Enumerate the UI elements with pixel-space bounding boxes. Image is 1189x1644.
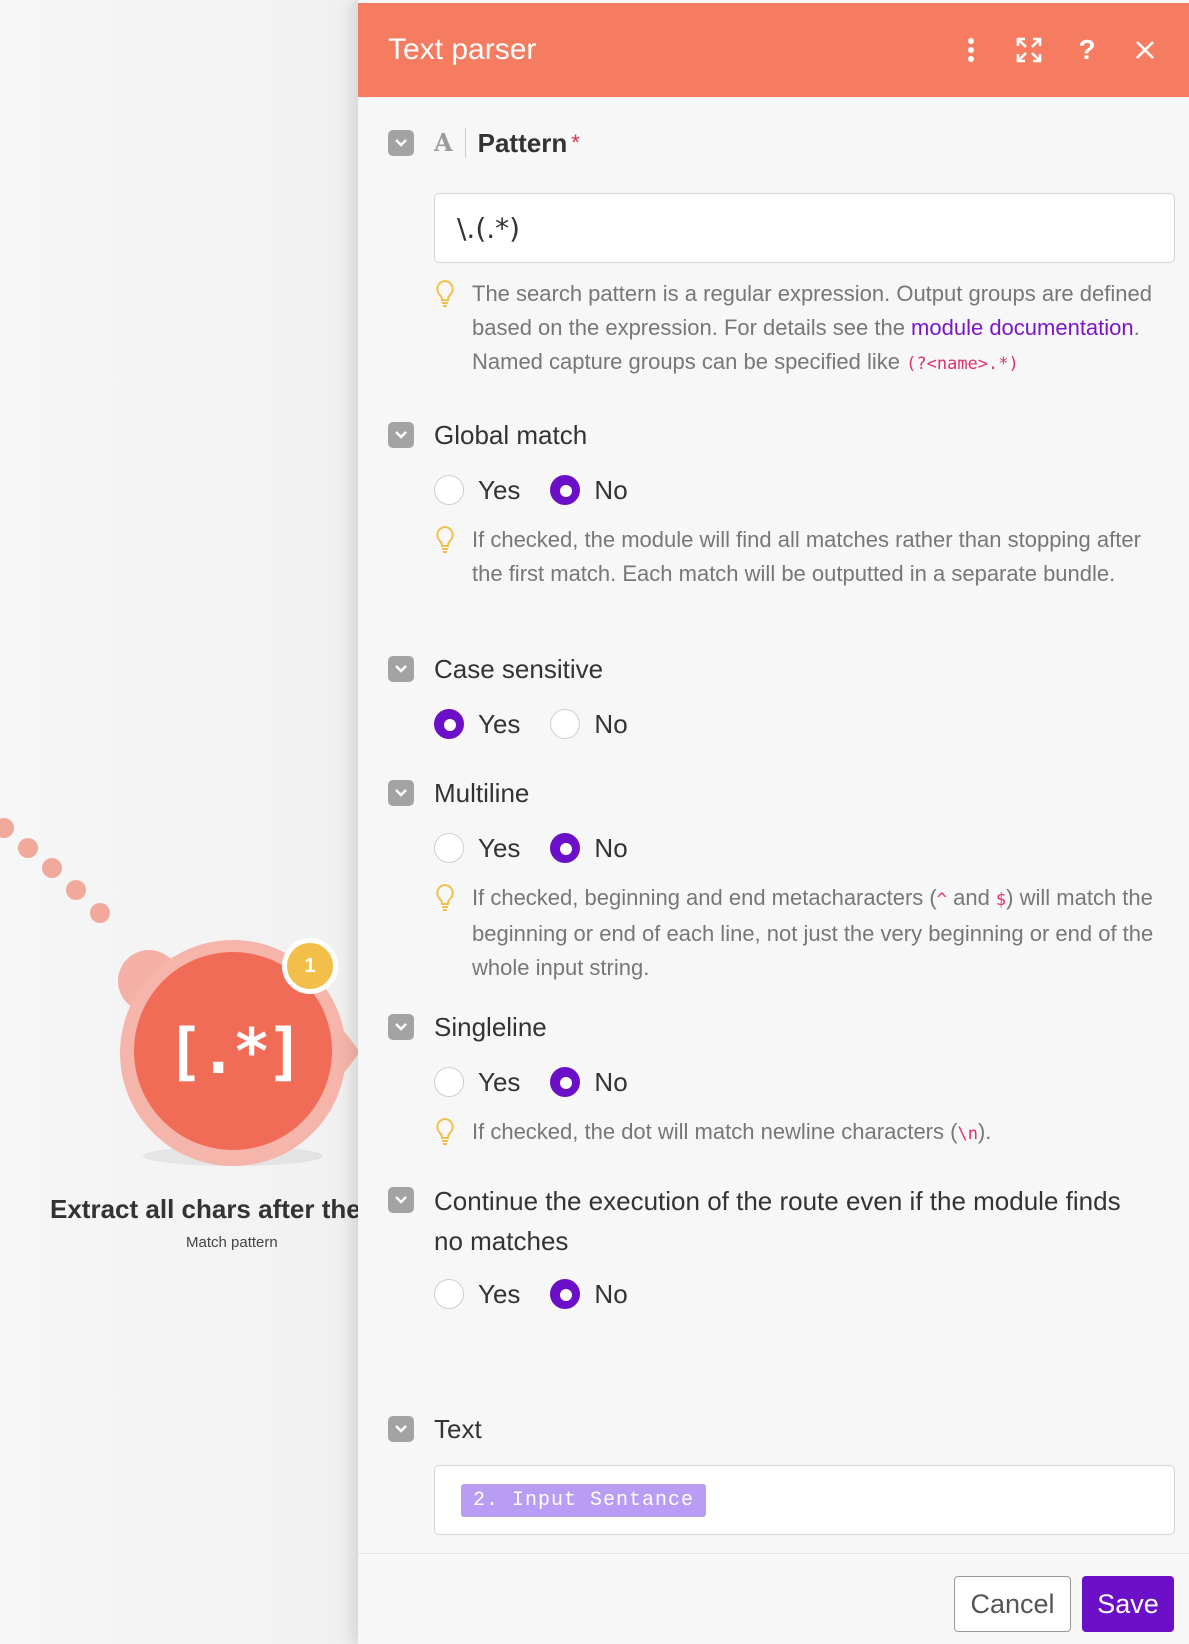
case-sensitive-field: Case sensitive Yes No [388, 653, 1175, 741]
help-icon[interactable]: ? [1073, 34, 1101, 65]
mapped-variable-pill[interactable]: 2. Input Sentance [461, 1483, 707, 1517]
singleline-hint: If checked, the dot will match newline c… [434, 1115, 1175, 1152]
panel-footer: Cancel Save [358, 1553, 1189, 1644]
continue-yes-radio[interactable]: Yes [434, 1279, 520, 1310]
singleline-label: Singleline [434, 1011, 547, 1042]
lightbulb-icon [434, 1117, 458, 1152]
singleline-no-radio[interactable]: No [550, 1067, 628, 1098]
connection-dot [0, 818, 14, 838]
case-sensitive-label: Case sensitive [434, 653, 604, 684]
connection-dot [90, 903, 110, 923]
pattern-input[interactable]: \.(.*) [434, 193, 1175, 263]
module-output-arrow [334, 1018, 360, 1086]
multiline-label: Multiline [434, 777, 530, 808]
multiline-no-radio[interactable]: No [550, 833, 628, 864]
more-vertical-icon[interactable] [957, 36, 985, 64]
text-field: Text 2. Input Sentance [388, 1413, 1175, 1535]
connection-dot [18, 838, 38, 858]
close-icon[interactable] [1131, 36, 1159, 64]
lightbulb-icon [434, 525, 458, 591]
singleline-field: Singleline Yes No If checked, the dot wi… [388, 1011, 1175, 1152]
case-sensitive-yes-radio[interactable]: Yes [434, 709, 520, 740]
panel-header: Text parser ? [358, 3, 1189, 97]
collapse-toggle[interactable] [388, 780, 414, 806]
text-label: Text [434, 1413, 482, 1444]
text-type-icon: A [434, 128, 466, 158]
global-match-no-radio[interactable]: No [550, 475, 628, 506]
module-subtitle: Match pattern [186, 1234, 278, 1251]
continue-execution-field: Continue the execution of the route even… [388, 1181, 1175, 1311]
chevron-down-icon [395, 1425, 407, 1433]
module-title: Extract all chars after the [50, 1194, 361, 1224]
collapse-toggle[interactable] [388, 656, 414, 682]
chevron-down-icon [395, 139, 407, 147]
connection-dot [42, 858, 62, 878]
panel-title: Text parser [388, 33, 537, 66]
hint-code: (?<name>.*) [906, 354, 1019, 374]
pattern-field: A Pattern * \.(.*) The search pattern is… [388, 127, 1175, 381]
collapse-toggle[interactable] [388, 1014, 414, 1040]
singleline-yes-radio[interactable]: Yes [434, 1067, 520, 1098]
scenario-canvas[interactable]: [.*] 1 Extract all chars after the Match… [0, 0, 400, 1644]
save-button[interactable]: Save [1082, 1576, 1174, 1632]
chevron-down-icon [395, 1196, 407, 1204]
case-sensitive-no-radio[interactable]: No [550, 709, 628, 740]
global-match-hint: If checked, the module will find all mat… [434, 523, 1175, 591]
chevron-down-icon [395, 1023, 407, 1031]
required-mark: * [571, 130, 580, 155]
module-settings-panel: Text parser ? A Pattern * \.(.*) The sea… [358, 0, 1189, 1644]
pattern-hint: The search pattern is a regular expressi… [434, 277, 1175, 381]
chevron-down-icon [395, 789, 407, 797]
chevron-down-icon [395, 665, 407, 673]
lightbulb-icon [434, 279, 458, 381]
collapse-toggle[interactable] [388, 130, 414, 156]
cancel-button[interactable]: Cancel [954, 1576, 1071, 1632]
operation-count-badge: 1 [282, 938, 338, 994]
expand-icon[interactable] [1015, 36, 1043, 64]
chevron-down-icon [395, 431, 407, 439]
pattern-label: Pattern [477, 127, 568, 158]
collapse-toggle[interactable] [388, 1187, 414, 1213]
global-match-label: Global match [434, 419, 588, 450]
collapse-toggle[interactable] [388, 422, 414, 448]
multiline-yes-radio[interactable]: Yes [434, 833, 520, 864]
global-match-yes-radio[interactable]: Yes [434, 475, 520, 506]
text-parser-module[interactable]: [.*] 1 [118, 938, 360, 1168]
global-match-field: Global match Yes No If checked, the modu… [388, 419, 1175, 591]
lightbulb-icon [434, 883, 458, 985]
connection-dot [66, 880, 86, 900]
text-input[interactable]: 2. Input Sentance [434, 1465, 1175, 1535]
collapse-toggle[interactable] [388, 1416, 414, 1442]
multiline-field: Multiline Yes No If checked, beginning a… [388, 777, 1175, 985]
continue-execution-label: Continue the execution of the route even… [434, 1186, 1121, 1256]
multiline-hint: If checked, beginning and end metacharac… [434, 881, 1175, 985]
panel-body: A Pattern * \.(.*) The search pattern is… [358, 97, 1189, 1557]
continue-no-radio[interactable]: No [550, 1279, 628, 1310]
module-documentation-link[interactable]: module documentation [911, 315, 1134, 340]
